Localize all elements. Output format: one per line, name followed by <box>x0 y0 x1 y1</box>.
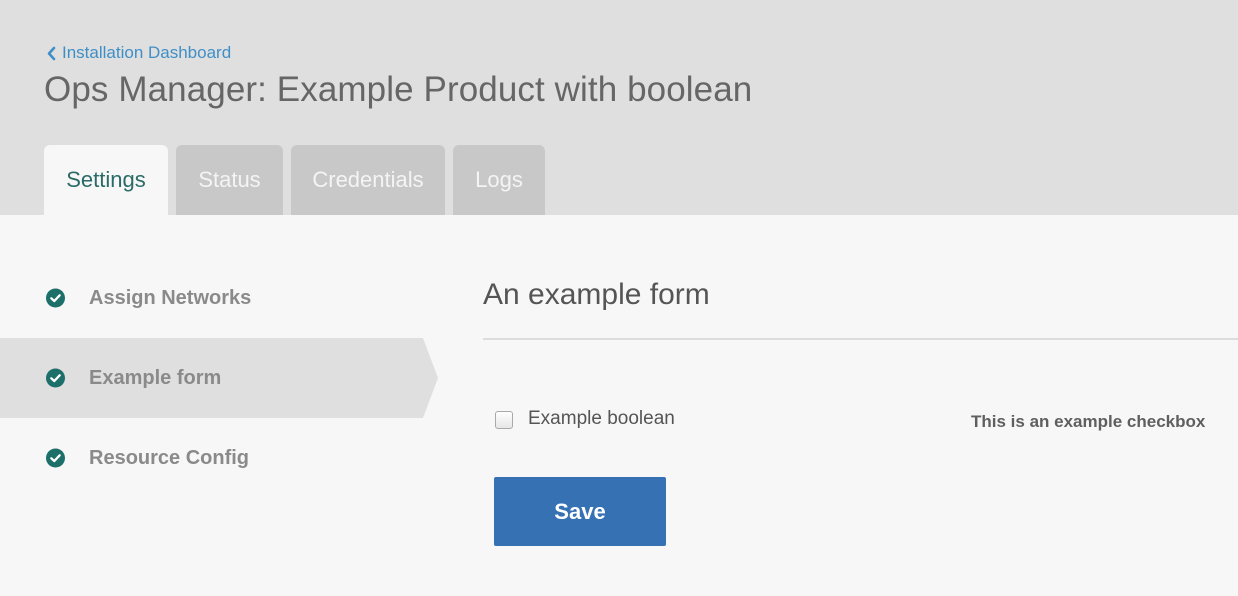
sidebar-item-example-form[interactable]: Example form <box>0 338 440 418</box>
example-boolean-checkbox[interactable] <box>495 411 513 429</box>
check-circle-icon <box>46 448 65 468</box>
tab-label: Settings <box>66 167 146 192</box>
sidebar-item-label: Assign Networks <box>89 286 252 309</box>
tab-bar: Settings Status Credentials Logs <box>44 145 545 215</box>
sidebar-item-label: Example form <box>89 366 222 389</box>
back-link-label: Installation Dashboard <box>62 43 232 62</box>
tab-settings[interactable]: Settings <box>44 145 168 215</box>
sidebar-item-label: Resource Config <box>89 446 250 469</box>
header: Installation Dashboard Ops Manager: Exam… <box>0 0 1238 215</box>
form-divider <box>483 338 1238 340</box>
save-button[interactable]: Save <box>494 477 666 546</box>
example-boolean-label[interactable]: Example boolean <box>528 408 675 430</box>
form-title: An example form <box>483 278 710 311</box>
check-circle-icon <box>46 288 65 308</box>
chevron-left-icon <box>47 46 56 60</box>
sidebar-item-resource-config[interactable]: Resource Config <box>0 418 440 498</box>
tab-label: Logs <box>475 167 523 192</box>
tab-status[interactable]: Status <box>176 145 283 215</box>
check-circle-icon <box>46 368 65 388</box>
checkbox-help-text: This is an example checkbox <box>971 412 1206 431</box>
tab-credentials[interactable]: Credentials <box>291 145 445 215</box>
sidebar-item-assign-networks[interactable]: Assign Networks <box>0 258 440 338</box>
sidebar: Assign Networks Example form Resource Co… <box>0 258 440 498</box>
tab-logs[interactable]: Logs <box>453 145 545 215</box>
page-title: Ops Manager: Example Product with boolea… <box>44 70 753 109</box>
back-link[interactable]: Installation Dashboard <box>46 42 231 64</box>
tab-label: Credentials <box>312 167 424 192</box>
tab-label: Status <box>198 167 261 192</box>
